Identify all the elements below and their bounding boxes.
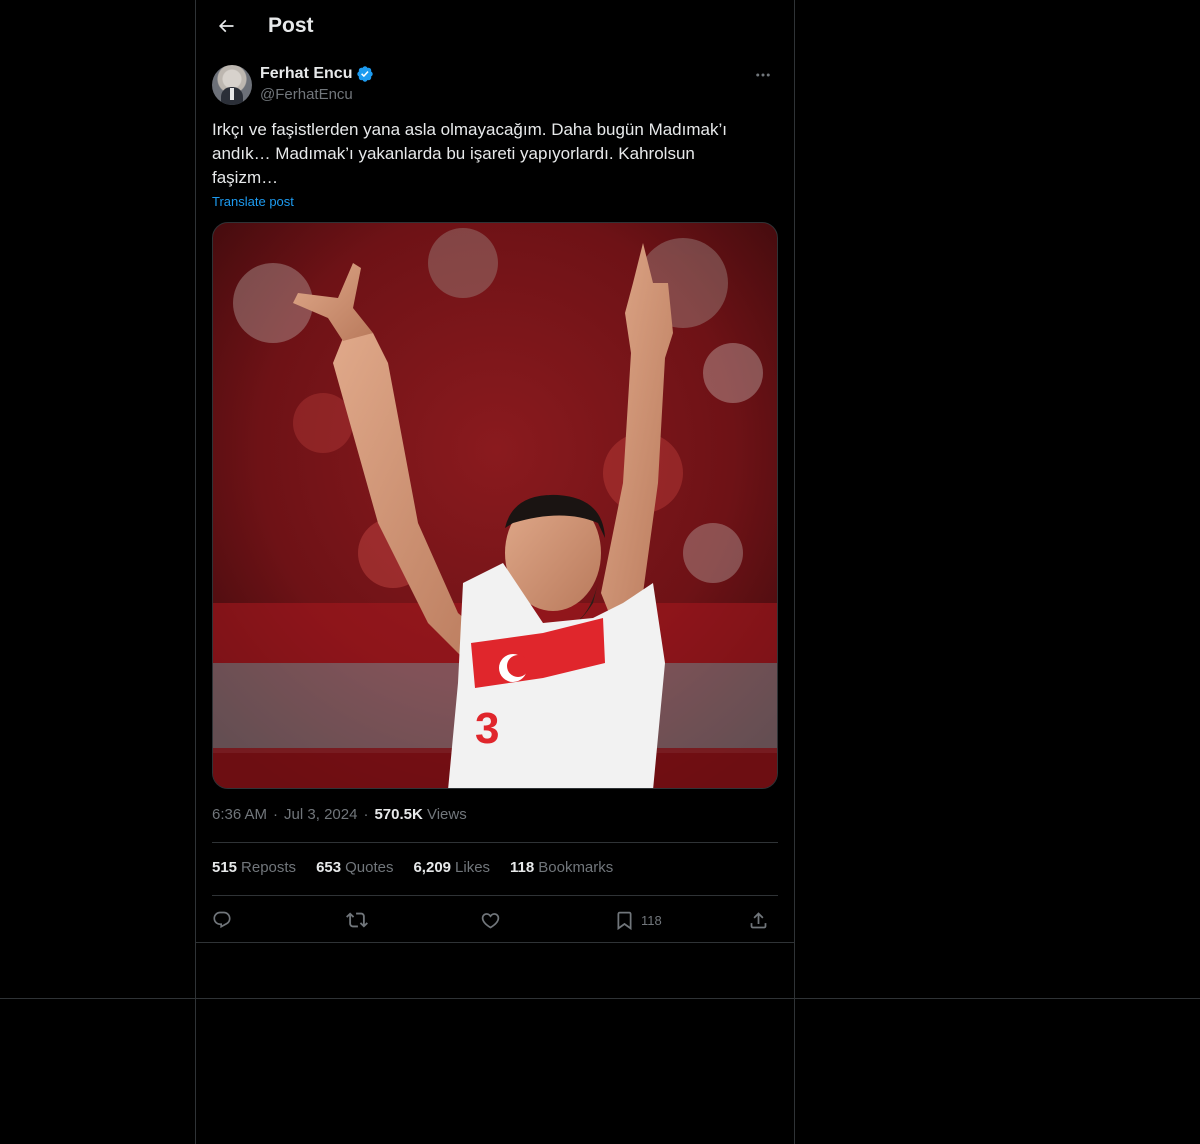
- bookmarks-stat[interactable]: 118 Bookmarks: [510, 859, 613, 876]
- photo-football-player: 3: [213, 223, 777, 788]
- post-text: Irkçı ve faşistlerden yana asla olmayaca…: [212, 120, 727, 187]
- share-icon: [750, 911, 767, 928]
- divider: [195, 942, 795, 943]
- avatar[interactable]: [212, 65, 252, 105]
- post-stats: 515 Reposts 653 Quotes 6,209 Likes 118 Bookm…: [212, 859, 613, 876]
- page-header: Post: [196, 0, 794, 53]
- like-button[interactable]: [480, 902, 501, 938]
- post-image[interactable]: 3: [212, 222, 778, 789]
- verified-badge-icon: [357, 66, 374, 82]
- quotes-stat[interactable]: 653 Quotes: [316, 859, 393, 876]
- post-actions: 118: [212, 902, 778, 938]
- likes-stat[interactable]: 6,209 Likes: [413, 859, 490, 876]
- divider: [212, 895, 778, 896]
- bookmark-icon: [617, 911, 632, 930]
- views-stat[interactable]: 570.5K Views: [374, 806, 466, 823]
- arrow-left-icon: [218, 19, 234, 33]
- heart-icon: [481, 912, 500, 929]
- repost-icon: [346, 912, 368, 928]
- divider: [0, 998, 1200, 999]
- post-date[interactable]: Jul 3, 2024: [284, 806, 357, 823]
- more-options-button[interactable]: [748, 64, 778, 86]
- reply-button[interactable]: [212, 902, 232, 938]
- back-button[interactable]: [208, 8, 244, 44]
- svg-text:3: 3: [475, 704, 499, 753]
- bookmark-button[interactable]: 118: [614, 902, 662, 938]
- share-button[interactable]: [748, 902, 769, 938]
- author-display-name[interactable]: Ferhat Encu: [260, 65, 352, 83]
- bookmark-count: 118: [641, 912, 662, 928]
- post-author: Ferhat Encu @FerhatEncu: [212, 64, 778, 106]
- views-count: 570.5K: [374, 806, 423, 823]
- views-label: Views: [426, 806, 467, 823]
- meta-separator: ·: [273, 806, 279, 823]
- main-column: Post Ferhat Encu @FerhatEncu Irkçı ve fa…: [195, 0, 795, 1144]
- meta-separator: ·: [363, 806, 369, 823]
- divider: [212, 842, 778, 843]
- translate-post-link[interactable]: Translate post: [212, 194, 294, 209]
- author-name-row: Ferhat Encu: [260, 65, 374, 83]
- reposts-stat[interactable]: 515 Reposts: [212, 859, 296, 876]
- post-meta: 6:36 AM · Jul 3, 2024 · 570.5K Views: [212, 806, 467, 823]
- page-title: Post: [268, 14, 314, 37]
- more-dots-icon: [756, 73, 770, 77]
- post-time[interactable]: 6:36 AM: [212, 806, 267, 823]
- author-handle[interactable]: @FerhatEncu: [260, 86, 353, 103]
- repost-button[interactable]: [346, 902, 368, 938]
- reply-icon: [213, 911, 231, 929]
